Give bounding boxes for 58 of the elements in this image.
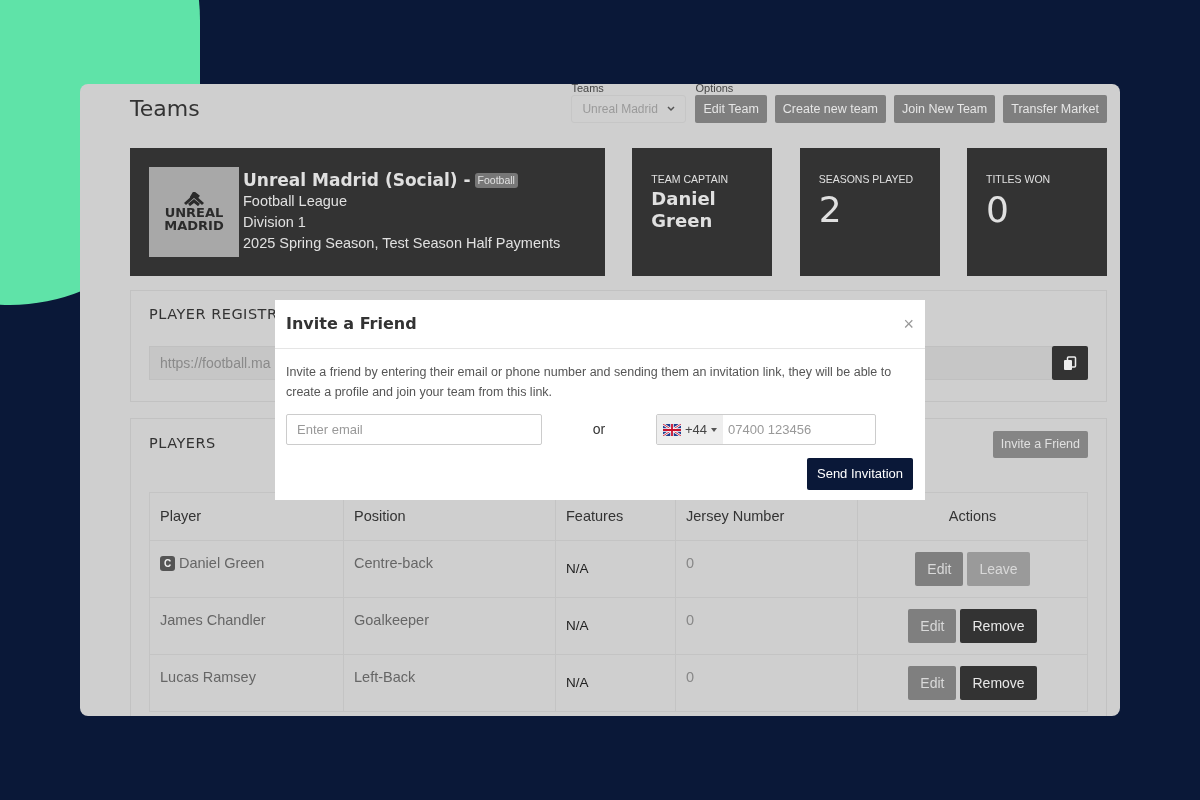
team-detail: Football League	[243, 192, 348, 211]
player-name: James Chandler	[160, 611, 266, 630]
stat-label: TITLES WON	[986, 172, 1052, 187]
dial-code: +44	[685, 420, 708, 439]
row-action-button[interactable]: Edit	[908, 666, 957, 700]
copy-button[interactable]	[1052, 346, 1088, 380]
send-invitation-button[interactable]: Send Invitation	[807, 458, 913, 490]
stat-value: 0	[986, 187, 1010, 232]
section-title: PLAYERS	[149, 434, 216, 454]
option-button[interactable]: Create new team	[774, 95, 886, 123]
dialog-text: Invite a friend by entering their email or phone number and sending them an invitation link, they will be able to create a profile and join your team from this link.	[285, 364, 893, 401]
chevron-down-icon	[667, 106, 676, 112]
page-title: Teams	[130, 95, 200, 123]
team-detail: Division 1	[243, 213, 307, 232]
country-picker[interactable]: +44	[657, 415, 724, 444]
phone-field[interactable]: +44 07400 123456	[656, 414, 876, 445]
option-button[interactable]: Edit Team	[695, 95, 767, 123]
option-button[interactable]: Transfer Market	[1003, 95, 1107, 123]
position-cell: Left-Back	[343, 654, 556, 712]
field-label: Options	[695, 84, 735, 95]
row-action-button[interactable]: Edit	[915, 552, 964, 586]
position-cell: Centre-back	[343, 540, 556, 598]
features-cell: N/A	[555, 597, 676, 655]
stat-value: Daniel Green	[651, 187, 717, 232]
features-cell: N/A	[555, 654, 676, 712]
row-action-button[interactable]: Leave	[967, 552, 1030, 586]
caret-icon	[711, 427, 718, 432]
section-title: PLAYER REGISTR	[149, 306, 278, 322]
chevron-icon	[183, 192, 205, 206]
team-name: Unreal Madrid (Social) -	[243, 170, 471, 191]
dialog-title: Invite a Friend	[286, 313, 417, 335]
copy-icon	[1063, 355, 1077, 371]
close-button[interactable]: ×	[903, 315, 914, 333]
team-detail: 2025 Spring Season, Test Season Half Payments	[243, 234, 561, 253]
option-button[interactable]: Join New Team	[894, 95, 996, 123]
field-label: Teams	[571, 84, 605, 95]
phone-input[interactable]: 07400 123456	[723, 415, 875, 444]
captain-badge: C	[160, 556, 175, 572]
jersey-cell: 0	[675, 654, 858, 712]
email-field[interactable]: Enter email	[286, 414, 542, 445]
stat-value: 2	[818, 187, 843, 232]
row-action-button[interactable]: Remove	[960, 609, 1037, 643]
features-cell: N/A	[555, 540, 676, 598]
logo-text: MADRID	[164, 219, 224, 232]
jersey-cell: 0	[675, 597, 858, 655]
logo-text: UNREAL	[164, 206, 224, 219]
sport-tag: Football	[474, 173, 518, 188]
row-action-button[interactable]: Edit	[908, 609, 957, 643]
invite-button[interactable]: Invite a Friend	[992, 430, 1088, 458]
position-cell: Goalkeeper	[343, 597, 556, 655]
row-action-button[interactable]: Remove	[960, 666, 1037, 700]
or-text: or	[591, 420, 607, 439]
player-name: Lucas Ramsey	[160, 668, 256, 687]
flag-icon	[663, 423, 681, 436]
player-name: Daniel Green	[179, 554, 265, 573]
stat-label: TEAM CAPTAIN	[651, 172, 730, 187]
jersey-cell: 0	[675, 540, 858, 598]
stat-label: SEASONS PLAYED	[818, 172, 914, 187]
